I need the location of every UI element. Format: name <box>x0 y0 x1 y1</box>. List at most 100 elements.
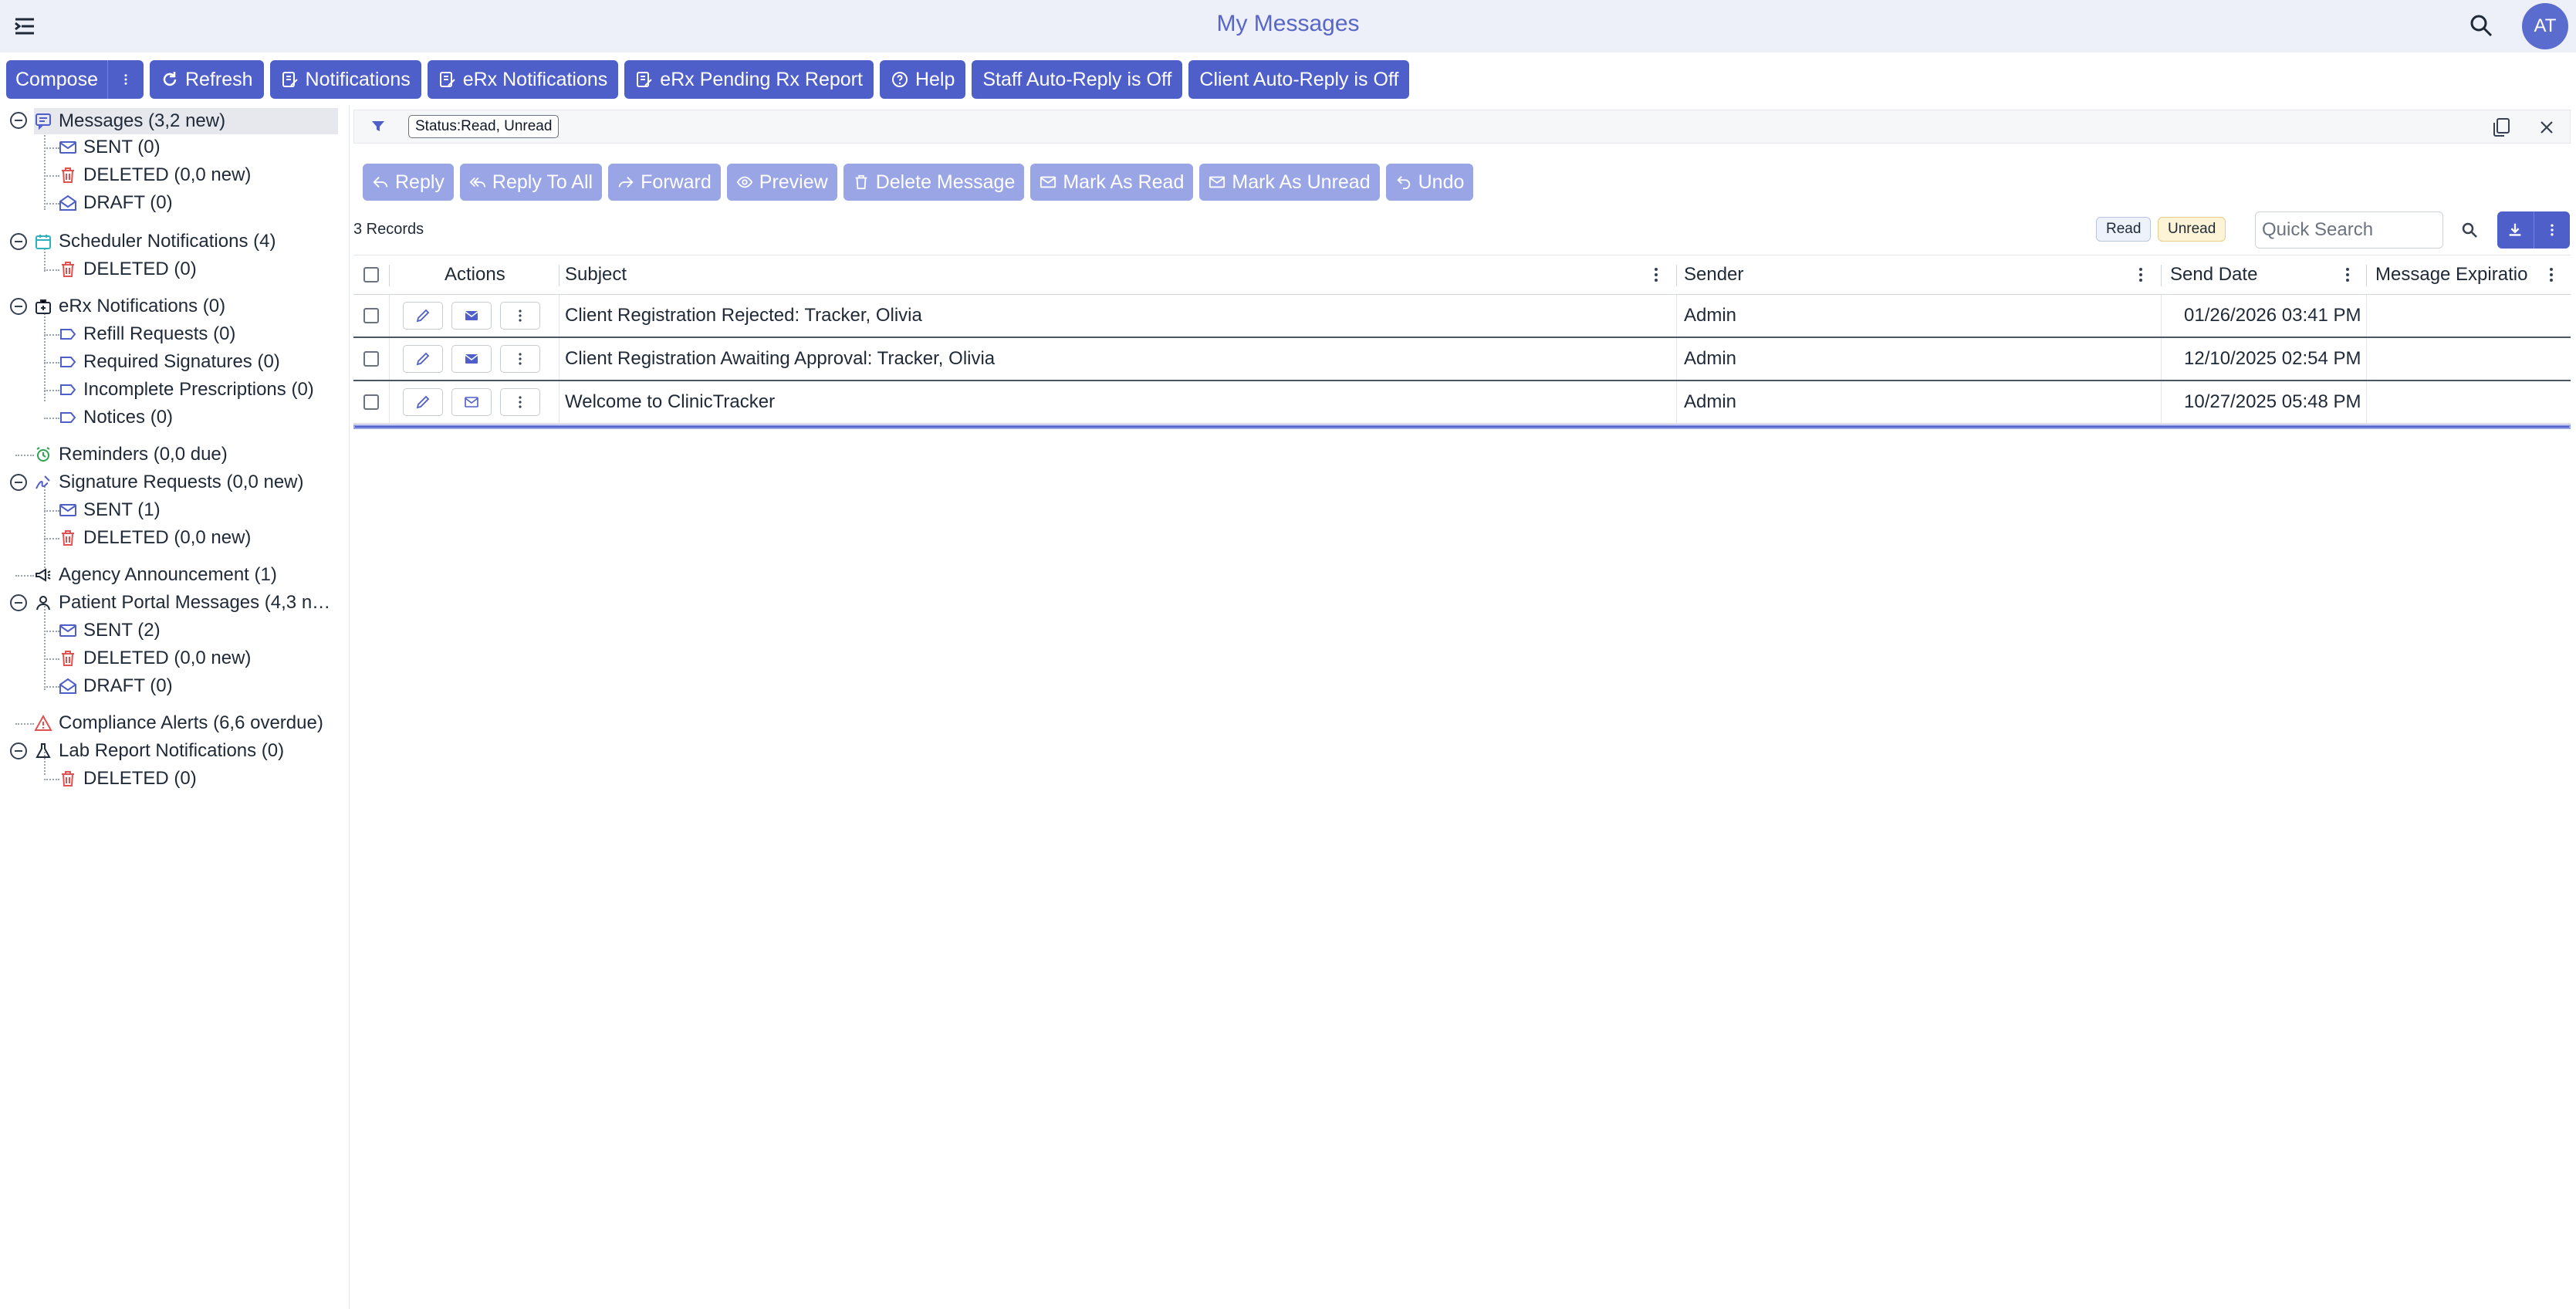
tree-item-scheduler-deleted[interactable]: DELETED (0) <box>59 256 197 282</box>
column-menu-icon[interactable] <box>2133 265 2148 285</box>
tree-item-reminders[interactable]: Reminders (0,0 due) <box>34 441 228 468</box>
quick-search-input[interactable] <box>2255 211 2443 249</box>
undo-button[interactable]: Undo <box>1385 164 1474 201</box>
tree-item-portal-draft[interactable]: DRAFT (0) <box>59 673 173 699</box>
column-menu-icon[interactable] <box>2544 265 2559 285</box>
search-icon[interactable] <box>2468 12 2496 40</box>
trash-icon <box>855 174 867 190</box>
collapse-messages[interactable] <box>10 112 27 129</box>
preview-button[interactable]: Preview <box>726 164 837 201</box>
tree-item-patient-portal[interactable]: Patient Portal Messages (4,3 n… <box>34 590 330 616</box>
collapse-lab-report[interactable] <box>10 742 27 759</box>
unread-mail-button[interactable] <box>451 345 492 373</box>
notifications-button[interactable]: Notifications <box>269 60 421 99</box>
tree-item-lab-deleted[interactable]: DELETED (0) <box>59 766 197 792</box>
mark-as-unread-button[interactable]: Mark As Unread <box>1199 164 1380 201</box>
medical-bag-icon <box>35 299 51 314</box>
tree-item-required-signatures[interactable]: Required Signatures (0) <box>59 349 280 375</box>
edit-button[interactable] <box>403 388 443 416</box>
help-icon <box>891 72 908 87</box>
close-icon[interactable] <box>2538 119 2555 136</box>
sent-mail-icon <box>59 141 76 154</box>
collapse-erx[interactable] <box>10 298 27 315</box>
column-menu-icon[interactable] <box>2340 265 2355 285</box>
tree-item-portal-deleted[interactable]: DELETED (0,0 new) <box>59 645 251 671</box>
unread-mail-button[interactable] <box>451 302 492 330</box>
tree-label: Reminders (0,0 due) <box>59 444 228 465</box>
column-send-date[interactable]: Send Date <box>2170 255 2257 294</box>
column-menu-icon[interactable] <box>1648 265 1664 285</box>
row-more-button[interactable] <box>500 302 540 330</box>
filter-icon[interactable] <box>370 118 387 135</box>
erx-pending-report-label: eRx Pending Rx Report <box>660 68 863 90</box>
compose-button[interactable]: Compose <box>6 60 107 99</box>
status-filter-chip[interactable]: Status:Read, Unread <box>408 115 559 138</box>
mail-icon <box>1040 176 1056 188</box>
row-more-button[interactable] <box>500 345 540 373</box>
tree-item-agency-announcement[interactable]: Agency Announcement (1) <box>34 562 277 588</box>
read-mail-button[interactable] <box>451 388 492 416</box>
search-icon[interactable] <box>2460 221 2479 239</box>
select-all-checkbox[interactable] <box>363 267 379 282</box>
erx-pending-report-button[interactable]: eRx Pending Rx Report <box>624 60 874 99</box>
row-checkbox[interactable] <box>363 308 379 323</box>
tree-item-lab-report[interactable]: Lab Report Notifications (0) <box>34 738 284 764</box>
collapse-signature-requests[interactable] <box>10 474 27 491</box>
tree-label: DRAFT (0) <box>83 192 173 213</box>
copy-icon[interactable] <box>2490 117 2512 138</box>
tree-item-signature-sent[interactable]: SENT (1) <box>59 497 161 523</box>
tree-item-messages-draft[interactable]: DRAFT (0) <box>59 190 173 216</box>
reply-button[interactable]: Reply <box>363 164 454 201</box>
horizontal-scrollbar[interactable] <box>353 424 2571 429</box>
client-auto-reply-button[interactable]: Client Auto-Reply is Off <box>1188 60 1410 99</box>
mark-as-read-button[interactable]: Mark As Read <box>1030 164 1194 201</box>
tree-item-erx[interactable]: eRx Notifications (0) <box>34 293 225 320</box>
forward-button[interactable]: Forward <box>608 164 721 201</box>
tree-item-refill-requests[interactable]: Refill Requests (0) <box>59 321 235 347</box>
column-message-expiration[interactable]: Message Expiratio <box>2375 255 2527 294</box>
collapse-patient-portal[interactable] <box>10 594 27 611</box>
mail-icon <box>1209 176 1225 188</box>
staff-auto-reply-button[interactable]: Staff Auto-Reply is Off <box>972 60 1183 99</box>
folder-tree: Messages (3,2 new) SENT (0) DELETED (0,0… <box>0 105 350 1309</box>
row-checkbox[interactable] <box>363 394 379 410</box>
table-row[interactable]: Welcome to ClinicTracker Admin 10/27/202… <box>353 381 2571 424</box>
table-row[interactable]: Client Registration Rejected: Tracker, O… <box>353 295 2571 338</box>
legend-unread-badge: Unread <box>2158 217 2226 242</box>
reply-all-button[interactable]: Reply To All <box>459 164 603 201</box>
tree-item-portal-sent[interactable]: SENT (2) <box>59 617 161 644</box>
filter-bar: Status:Read, Unread <box>353 110 2571 144</box>
delete-message-label: Delete Message <box>875 171 1016 193</box>
tree-item-notices[interactable]: Notices (0) <box>59 404 173 431</box>
delete-message-button[interactable]: Delete Message <box>843 164 1025 201</box>
kebab-icon[interactable] <box>2533 211 2571 249</box>
pencil-icon <box>416 352 430 366</box>
tree-item-messages-deleted[interactable]: DELETED (0,0 new) <box>59 162 251 188</box>
compose-more-button[interactable] <box>107 60 144 99</box>
row-sender: Admin <box>1684 348 1737 369</box>
edit-button[interactable] <box>403 302 443 330</box>
download-icon[interactable] <box>2497 211 2534 249</box>
row-more-button[interactable] <box>500 388 540 416</box>
tree-label: Scheduler Notifications (4) <box>59 231 276 252</box>
avatar[interactable]: AT <box>2522 3 2568 49</box>
row-checkbox[interactable] <box>363 351 379 367</box>
table-row[interactable]: Client Registration Awaiting Approval: T… <box>353 338 2571 381</box>
refresh-button[interactable]: Refresh <box>150 60 264 99</box>
message-action-bar: Reply Reply To All Forward Preview Delet… <box>363 164 1474 201</box>
help-button[interactable]: Help <box>879 60 966 99</box>
erx-notifications-button[interactable]: eRx Notifications <box>427 60 619 99</box>
edit-button[interactable] <box>403 345 443 373</box>
tree-item-incomplete-prescriptions[interactable]: Incomplete Prescriptions (0) <box>59 377 314 403</box>
tree-item-messages[interactable]: Messages (3,2 new) <box>34 108 338 134</box>
tree-item-compliance-alerts[interactable]: Compliance Alerts (6,6 overdue) <box>34 710 323 736</box>
forward-label: Forward <box>641 171 712 193</box>
tree-item-signature-requests[interactable]: Signature Requests (0,0 new) <box>34 469 304 496</box>
column-subject[interactable]: Subject <box>565 255 627 294</box>
tree-item-messages-sent[interactable]: SENT (0) <box>59 134 161 161</box>
tree-item-scheduler[interactable]: Scheduler Notifications (4) <box>34 228 276 255</box>
column-sender[interactable]: Sender <box>1684 255 1743 294</box>
tree-item-signature-deleted[interactable]: DELETED (0,0 new) <box>59 525 251 551</box>
collapse-scheduler[interactable] <box>10 233 27 250</box>
forward-icon <box>618 176 634 188</box>
